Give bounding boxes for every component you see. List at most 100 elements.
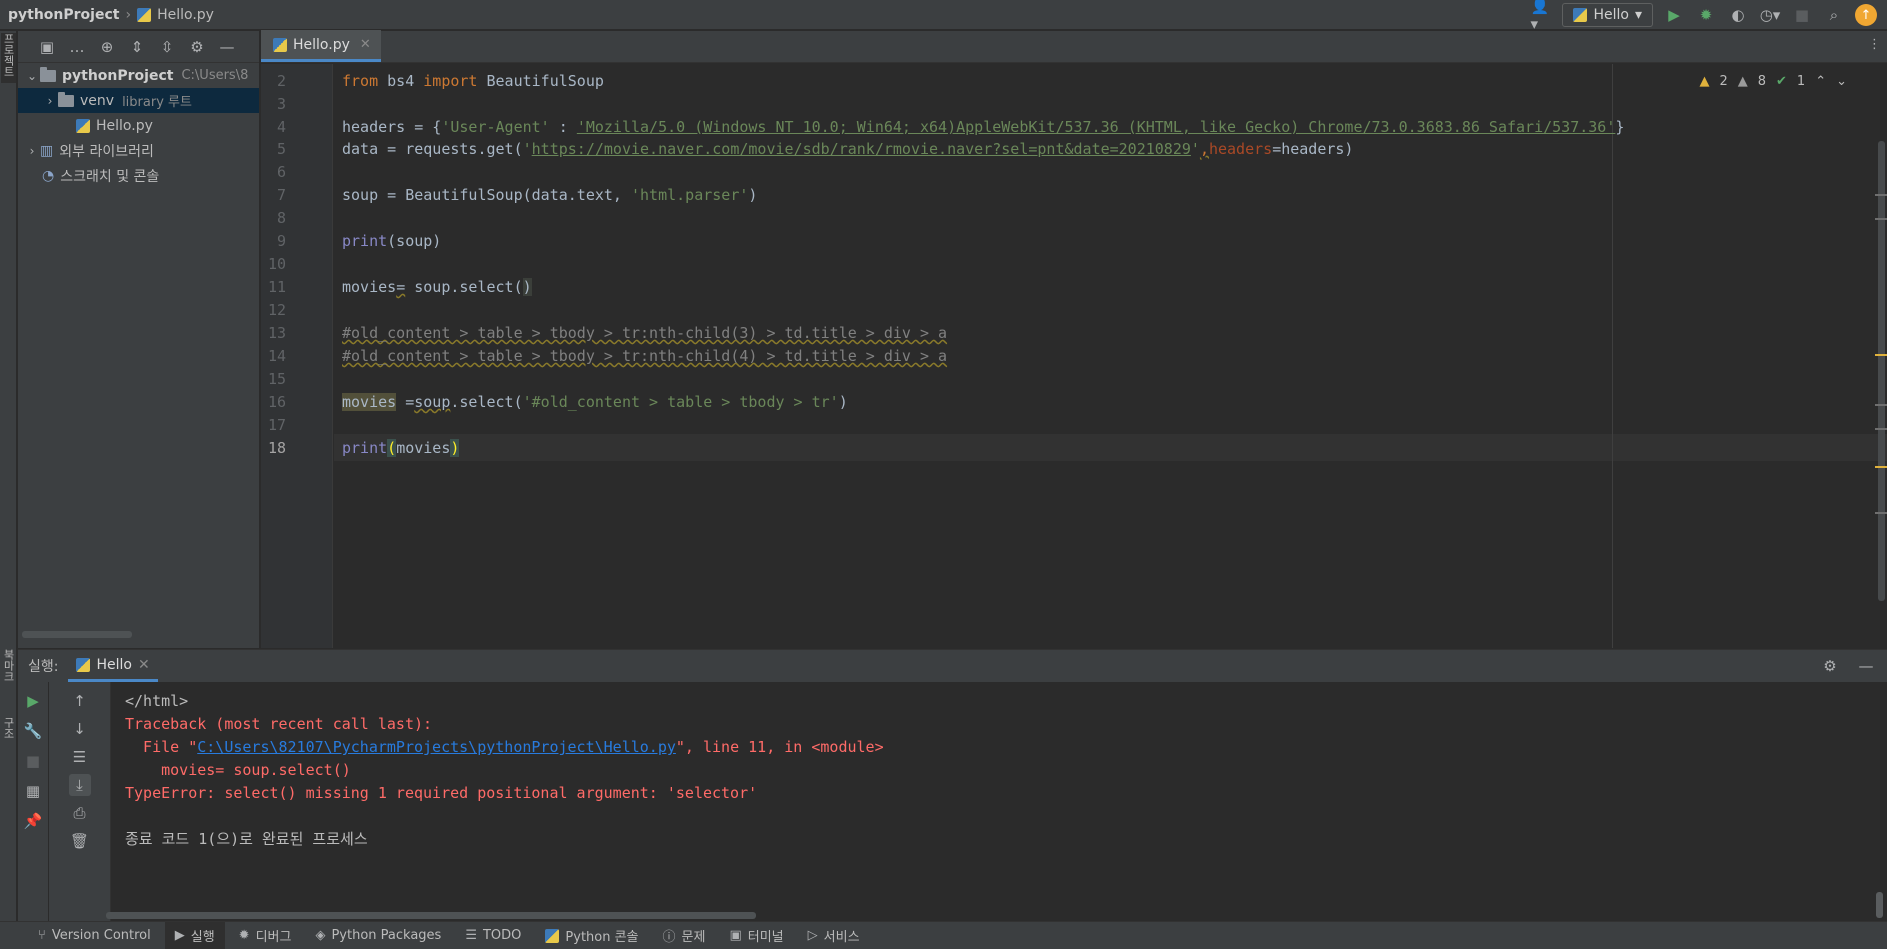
code-text: ) — [838, 393, 848, 411]
hide-icon[interactable]: — — [1855, 655, 1877, 677]
update-icon[interactable]: ↑ — [1855, 4, 1877, 26]
tool-label: 서비스 — [823, 930, 860, 945]
tool-python-packages[interactable]: ◈ Python Packages — [305, 922, 451, 949]
wrench-icon[interactable]: 🔧 — [22, 720, 44, 742]
collapse-all-icon[interactable]: ⇳ — [156, 36, 178, 58]
soft-wrap-icon[interactable]: ☰ — [69, 746, 91, 768]
code-line-13: #old_content > table > tbody > tr:nth-ch… — [342, 322, 947, 344]
project-view-icon[interactable]: ▣ — [36, 36, 58, 58]
pin-icon[interactable]: 📌 — [22, 810, 44, 832]
list-icon: ☰ — [465, 928, 477, 943]
tree-item-venv[interactable]: › venv library 루트 — [18, 88, 259, 113]
file-link[interactable]: C:\Users\82107\PycharmProjects\pythonPro… — [197, 738, 676, 756]
tool-services[interactable]: ▷ 서비스 — [798, 922, 870, 949]
tool-version-control[interactable]: ⑂ Version Control — [28, 922, 161, 949]
trash-icon[interactable]: 🗑 — [69, 830, 91, 852]
arrow-up-icon[interactable]: ↑ — [69, 690, 91, 712]
stripe-mark[interactable] — [1875, 218, 1887, 220]
project-horizontal-scrollbar[interactable] — [22, 631, 132, 638]
arrow-down-icon[interactable]: ↓ — [69, 718, 91, 740]
tool-python-console[interactable]: Python 콘솔 — [535, 922, 648, 949]
code-text: data = requests.get( — [342, 140, 523, 158]
hide-icon[interactable]: — — [216, 36, 238, 58]
tool-label: TODO — [482, 928, 522, 943]
typo-count: 1 — [1796, 74, 1806, 89]
chevron-right-icon[interactable]: › — [24, 144, 40, 158]
run-icon[interactable]: ▶ — [1663, 4, 1685, 26]
tree-item-label: Hello.py — [96, 117, 153, 134]
project-tool-button[interactable]: 프로젝트 — [1, 33, 16, 83]
builtin-function: print — [342, 439, 388, 457]
breadcrumb-file[interactable]: Hello.py — [157, 7, 214, 23]
tree-item-project-root[interactable]: ⌄ pythonProject C:\Users\8 — [18, 63, 259, 88]
tool-label: 문제 — [681, 930, 706, 945]
breadcrumb-project[interactable]: pythonProject — [8, 7, 119, 23]
console-output[interactable]: </html> Traceback (most recent call last… — [125, 690, 1865, 851]
bookmarks-tool-button[interactable]: 북마크 — [1, 649, 16, 699]
breadcrumb: pythonProject › Hello.py — [0, 7, 214, 23]
code-line-14: #old_content > table > tbody > tr:nth-ch… — [342, 345, 947, 367]
layout-icon[interactable]: ▦ — [22, 780, 44, 802]
more-icon[interactable]: … — [66, 36, 88, 58]
code-text: soup.select( — [405, 278, 523, 296]
gear-icon[interactable]: ⚙ — [186, 36, 208, 58]
code-editor[interactable]: from bs4 import BeautifulSoup headers = … — [334, 64, 1887, 648]
console-horizontal-scrollbar[interactable] — [106, 912, 756, 919]
python-file-icon — [273, 37, 287, 52]
profile-icon[interactable]: ◷▾ — [1759, 4, 1781, 26]
console-vertical-scrollbar[interactable] — [1876, 892, 1883, 918]
code-line-11: movies= soup.select() — [342, 276, 532, 298]
print-icon[interactable]: ⎙ — [69, 802, 91, 824]
line-number: 5 — [276, 140, 286, 158]
expand-all-icon[interactable]: ⇕ — [126, 36, 148, 58]
stripe-mark[interactable] — [1875, 512, 1887, 514]
stripe-mark[interactable] — [1875, 194, 1887, 196]
search-icon[interactable]: ⌕ — [1823, 4, 1845, 26]
bug-icon: ✹ — [238, 928, 250, 943]
tool-debug[interactable]: ✹ 디버그 — [229, 922, 302, 949]
run-config-selector[interactable]: Hello ▾ — [1562, 3, 1653, 27]
gear-icon[interactable]: ⚙ — [1819, 655, 1841, 677]
tool-label: 디버그 — [255, 930, 292, 945]
project-panel: ▣ … ⊕ ⇕ ⇳ ⚙ — ⌄ pythonProject C:\Users\8… — [18, 31, 260, 648]
navigation-bar: pythonProject › Hello.py 👤▾ Hello ▾ ▶ ✹ … — [0, 0, 1887, 33]
inspection-widget[interactable]: ▲ 2 ▲ 8 ✔ 1 ⌃ ⌄ — [1699, 74, 1847, 89]
stripe-mark[interactable] — [1875, 466, 1887, 468]
more-vertical-icon[interactable]: ⋮ — [1868, 37, 1881, 52]
stripe-mark[interactable] — [1875, 404, 1887, 406]
tab-hello-py[interactable]: Hello.py ✕ — [261, 30, 381, 62]
chevron-up-icon[interactable]: ⌃ — [1815, 74, 1826, 89]
folder-icon — [58, 91, 74, 107]
rerun-icon[interactable]: ▶ — [22, 690, 44, 712]
close-icon[interactable]: ✕ — [138, 657, 150, 673]
stop-icon[interactable]: ■ — [22, 750, 44, 772]
close-icon[interactable]: ✕ — [360, 37, 371, 52]
code-text: movies — [396, 439, 451, 457]
scroll-to-end-icon[interactable]: ⤓ — [68, 774, 91, 796]
stripe-mark[interactable] — [1875, 428, 1887, 430]
tool-todo[interactable]: ☰ TODO — [455, 922, 531, 949]
code-text: ( — [387, 439, 397, 457]
tree-item-external-libraries[interactable]: › ▥ 외부 라이브러리 — [18, 138, 259, 163]
coverage-icon[interactable]: ◐ — [1727, 4, 1749, 26]
string: ' — [522, 140, 532, 158]
tool-run[interactable]: ▶ 실행 — [164, 921, 225, 949]
tool-problems[interactable]: ⓘ 문제 — [653, 922, 716, 949]
console-line: Traceback (most recent call last): — [125, 715, 433, 733]
chevron-down-icon[interactable]: ⌄ — [24, 69, 40, 83]
structure-tool-button[interactable]: 구조 — [1, 717, 16, 757]
stripe-mark[interactable] — [1875, 354, 1887, 356]
run-tab-hello[interactable]: Hello ✕ — [68, 650, 158, 682]
locate-icon[interactable]: ⊕ — [96, 36, 118, 58]
user-icon[interactable]: 👤▾ — [1530, 0, 1552, 33]
url-string[interactable]: https://movie.naver.com/movie/sdb/rank/r… — [532, 140, 1191, 158]
chevron-right-icon[interactable]: › — [42, 94, 58, 108]
tree-item-scratches[interactable]: ◔ 스크래치 및 콘솔 — [18, 163, 259, 188]
stop-icon[interactable]: ■ — [1791, 4, 1813, 26]
chevron-down-icon[interactable]: ⌄ — [1836, 74, 1847, 89]
code-text: bs4 — [378, 72, 424, 90]
debug-icon[interactable]: ✹ — [1695, 4, 1717, 26]
tool-terminal[interactable]: ▣ 터미널 — [719, 922, 793, 949]
tree-item-hello-py[interactable]: Hello.py — [18, 113, 259, 138]
code-line-4: headers = {'User-Agent' : 'Mozilla/5.0 (… — [342, 116, 1624, 138]
